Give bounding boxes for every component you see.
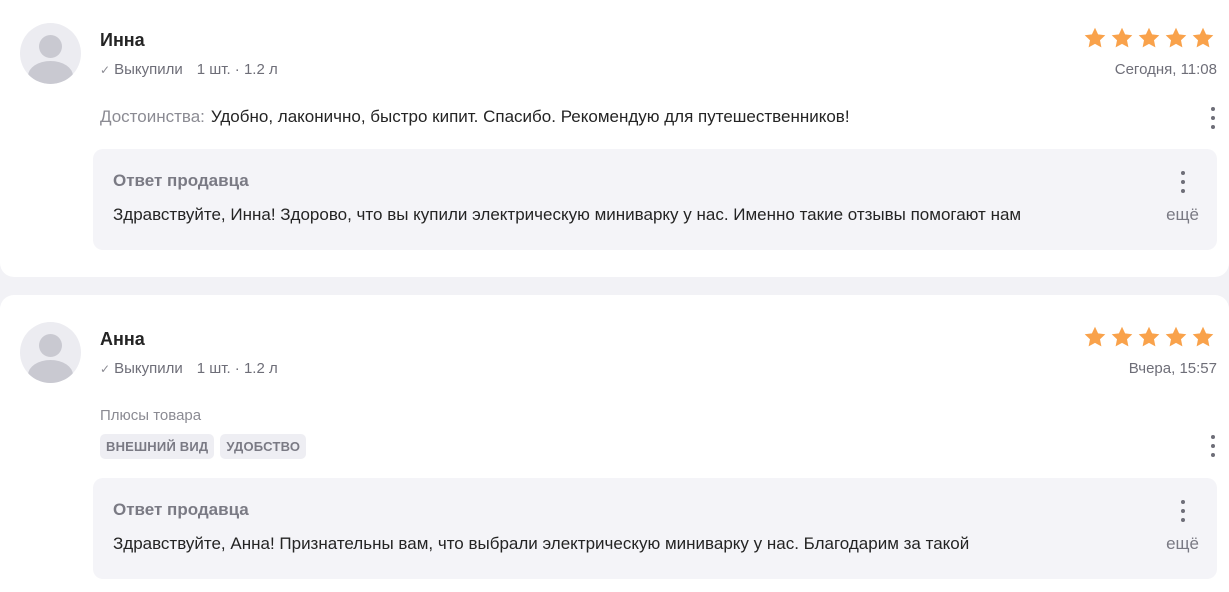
reply-more-link[interactable]: ещё [1166, 534, 1199, 554]
review-menu-button[interactable] [1203, 432, 1223, 460]
review-pros: Достоинства: Удобно, лаконично, быстро ки… [100, 107, 850, 127]
pros-title: Плюсы товара [100, 407, 202, 424]
quantity-volume: 1 шт. · 1.2 л [196, 360, 278, 377]
seller-reply-text: Здравствуйте, Анна! Признательны вам, чт… [113, 534, 970, 553]
review-author: Анна [100, 329, 145, 349]
purchase-info: ✓ Выкупили 1 шт. · 1.2 л [100, 61, 278, 78]
purchase-status: Выкупили [114, 360, 183, 377]
star-icon [1191, 325, 1215, 349]
checkmark-icon: ✓ [100, 361, 111, 376]
review-card: Инна ✓ Выкупили 1 шт. · 1.2 л Сегодня, 1… [0, 0, 1229, 277]
star-icon [1110, 26, 1134, 50]
star-icon [1137, 26, 1161, 50]
star-icon [1137, 325, 1161, 349]
review-menu-button[interactable] [1203, 104, 1223, 132]
seller-reply: Ответ продавца Здравствуйте, Инна! Здоро… [93, 149, 1217, 250]
star-icon [1083, 26, 1107, 50]
pros-tag: ВНЕШНИЙ ВИД [100, 434, 215, 459]
pros-label: Достоинства: [100, 107, 205, 126]
pros-tags: ВНЕШНИЙ ВИД УДОБСТВО [100, 434, 307, 459]
review-date: Сегодня, 11:08 [1114, 61, 1217, 78]
avatar [20, 322, 81, 383]
rating-stars [1083, 26, 1215, 50]
star-icon [1083, 325, 1107, 349]
seller-reply: Ответ продавца Здравствуйте, Анна! Призн… [93, 478, 1217, 579]
pros-tag: УДОБСТВО [220, 434, 307, 459]
star-icon [1164, 26, 1188, 50]
purchase-info: ✓ Выкупили 1 шт. · 1.2 л [100, 360, 278, 377]
purchase-status: Выкупили [114, 61, 183, 78]
review-author: Инна [100, 30, 145, 50]
review-card: Анна ✓ Выкупили 1 шт. · 1.2 л Вчера, 15:… [0, 295, 1229, 592]
star-icon [1110, 325, 1134, 349]
star-icon [1164, 325, 1188, 349]
seller-reply-title: Ответ продавца [113, 171, 249, 190]
pros-text: Удобно, лаконично, быстро кипит. Спасибо… [210, 107, 850, 126]
checkmark-icon: ✓ [100, 62, 111, 77]
reply-menu-button[interactable] [1173, 168, 1193, 196]
reply-more-link[interactable]: ещё [1166, 205, 1199, 225]
star-icon [1191, 26, 1215, 50]
rating-stars [1083, 325, 1215, 349]
avatar [20, 23, 81, 84]
reply-menu-button[interactable] [1173, 497, 1193, 525]
seller-reply-title: Ответ продавца [113, 500, 249, 519]
seller-reply-text: Здравствуйте, Инна! Здорово, что вы купи… [113, 205, 1022, 224]
quantity-volume: 1 шт. · 1.2 л [196, 61, 278, 78]
review-date: Вчера, 15:57 [1128, 360, 1217, 377]
